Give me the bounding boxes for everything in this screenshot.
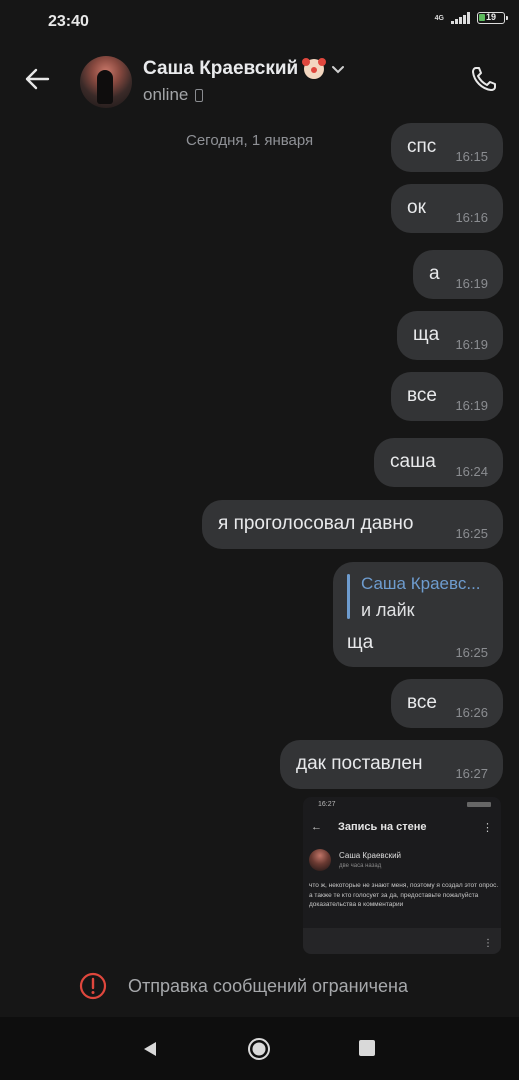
message-bubble[interactable]: спс 16:15 bbox=[391, 123, 503, 172]
message-text: саша bbox=[390, 451, 436, 472]
message-text: ща bbox=[413, 324, 440, 345]
message-text: а bbox=[429, 263, 440, 284]
attachment-status-time: 16:27 bbox=[318, 801, 336, 808]
message-bubble[interactable]: все 16:19 bbox=[391, 372, 503, 421]
message-time: 16:25 bbox=[455, 526, 488, 541]
signal-icon bbox=[451, 12, 470, 24]
message-time: 16:16 bbox=[455, 210, 488, 225]
attachment-body: что ж, некоторые не знают меня, поэтому … bbox=[309, 882, 499, 908]
message-time: 16:25 bbox=[455, 645, 488, 660]
quote-bar bbox=[347, 574, 350, 619]
attachment-footer: ⋮ bbox=[303, 928, 501, 954]
contact-name: Саша Краевский bbox=[143, 58, 299, 79]
message-time: 16:26 bbox=[455, 705, 488, 720]
date-separator: Сегодня, 1 января bbox=[186, 132, 314, 149]
quoted-author[interactable]: Саша Краевс... bbox=[361, 574, 481, 594]
message-bubble[interactable]: саша 16:24 bbox=[374, 438, 503, 487]
image-attachment[interactable]: 16:27 ← Запись на стене ⋮ Саша Краевский… bbox=[303, 797, 501, 954]
attachment-back-icon: ← bbox=[311, 821, 322, 833]
clown-emoji-icon bbox=[302, 58, 325, 79]
message-time: 16:19 bbox=[455, 337, 488, 352]
message-time: 16:24 bbox=[455, 464, 488, 479]
online-status: online bbox=[143, 85, 189, 104]
attachment-footer-more-icon: ⋮ bbox=[483, 938, 493, 949]
message-text: ок bbox=[407, 197, 426, 218]
attachment-title: Запись на стене bbox=[338, 821, 427, 833]
system-nav-bar bbox=[0, 1017, 519, 1080]
message-bubble[interactable]: а 16:19 bbox=[413, 250, 503, 299]
status-row: online bbox=[143, 85, 204, 105]
message-time: 16:19 bbox=[455, 276, 488, 291]
contact-name-row[interactable]: Саша Краевский bbox=[143, 58, 346, 80]
message-text: дак поставлен bbox=[296, 753, 423, 774]
nav-back-icon[interactable] bbox=[140, 1039, 160, 1059]
message-bubble[interactable]: ок 16:16 bbox=[391, 184, 503, 233]
alert-circle-icon bbox=[79, 972, 107, 1000]
message-bubble[interactable]: я проголосовал давно 16:25 bbox=[202, 500, 503, 549]
message-bubble[interactable]: все 16:26 bbox=[391, 679, 503, 728]
quoted-text: и лайк bbox=[361, 600, 415, 620]
attachment-status-icons bbox=[467, 802, 491, 807]
message-bubble[interactable]: ща 16:19 bbox=[397, 311, 503, 360]
battery-icon: 19 bbox=[477, 12, 508, 24]
message-text: все bbox=[407, 692, 437, 713]
message-text: все bbox=[407, 385, 437, 406]
restriction-text: Отправка сообщений ограничена bbox=[128, 976, 408, 996]
chevron-down-icon bbox=[332, 66, 345, 74]
avatar[interactable] bbox=[80, 56, 132, 108]
chat-header: Саша Краевский online bbox=[0, 44, 519, 120]
message-text: ща bbox=[347, 632, 374, 653]
message-time: 16:19 bbox=[455, 398, 488, 413]
mobile-device-icon bbox=[195, 88, 204, 102]
message-time: 16:15 bbox=[455, 149, 488, 164]
message-bubble[interactable]: дак поставлен 16:27 bbox=[280, 740, 503, 789]
message-time: 16:27 bbox=[455, 766, 488, 781]
restriction-notice: Отправка сообщений ограничена bbox=[0, 955, 519, 1017]
attachment-more-icon: ⋮ bbox=[482, 822, 493, 834]
attachment-subtitle: две часа назад bbox=[339, 863, 382, 869]
message-text: спс bbox=[407, 136, 437, 157]
message-text: я проголосовал давно bbox=[218, 513, 414, 534]
nav-home-icon[interactable] bbox=[247, 1037, 271, 1061]
attachment-author: Саша Краевский bbox=[339, 851, 402, 860]
nav-recent-apps-icon[interactable] bbox=[359, 1040, 375, 1056]
reply-message-bubble[interactable]: Саша Краевс... и лайк ща 16:25 bbox=[333, 562, 503, 667]
phone-icon[interactable] bbox=[469, 64, 499, 94]
status-time: 23:40 bbox=[48, 13, 89, 30]
battery-level: 19 bbox=[486, 12, 497, 22]
attachment-avatar bbox=[309, 849, 331, 871]
status-bar: 23:40 4G 19 bbox=[0, 0, 519, 44]
arrow-left-icon[interactable] bbox=[22, 64, 52, 94]
network-type: 4G bbox=[434, 14, 444, 22]
status-icons: 4G 19 bbox=[434, 12, 508, 24]
